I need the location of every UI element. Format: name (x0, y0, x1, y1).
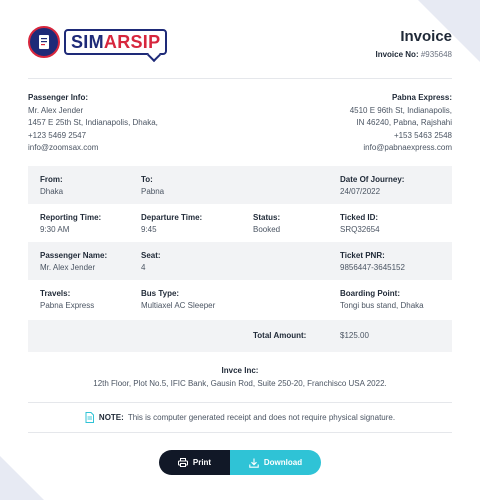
action-buttons: Print Download (159, 450, 321, 475)
ticket-id-cell: Ticked ID: SRQ32654 (340, 212, 380, 236)
invoice-title: Invoice (400, 28, 452, 45)
from-value: Dhaka (40, 187, 64, 196)
download-icon (249, 458, 259, 468)
from-cell: From: Dhaka (40, 174, 63, 198)
passenger-name-value: Mr. Alex Jender (40, 263, 96, 272)
invoice-number-label: Invoice No: (375, 50, 419, 59)
date-label: Date Of Journey: (340, 175, 405, 184)
divider (28, 78, 452, 79)
passenger-email: info@zoomsax.com (28, 143, 99, 152)
departure-label: Departure Time: (141, 213, 203, 222)
status-value: Booked (253, 225, 281, 234)
note: NOTE: This is computer generated receipt… (0, 412, 480, 423)
passenger-heading: Passenger Info: (28, 93, 89, 102)
document-icon (85, 412, 94, 423)
bus-type-cell: Bus Type: Multiaxel AC Sleeper (141, 288, 215, 312)
company-address-2: IN 46240, Pabna, Rajshahi (356, 118, 452, 127)
travels-label: Travels: (40, 289, 71, 298)
total-label: Total Amount: (253, 331, 307, 340)
logo-wordmark: SIM ARSIP (64, 29, 168, 63)
travels-value: Pabna Express (40, 301, 95, 310)
ticket-id-value: SRQ32654 (340, 225, 380, 234)
to-cell: To: Pabna (141, 174, 164, 198)
pnr-value: 9856447-3645152 (340, 263, 405, 272)
company-heading: Pabna Express: (391, 93, 452, 102)
reporting-label: Reporting Time: (40, 213, 102, 222)
seat-cell: Seat: 4 (141, 250, 161, 274)
logo-badge-icon (28, 26, 60, 58)
total-row: Total Amount: $125.00 (28, 320, 452, 352)
bus-type-value: Multiaxel AC Sleeper (141, 301, 216, 310)
download-button[interactable]: Download (230, 450, 321, 475)
company-info: Pabna Express: 4510 E 96th St, Indianapo… (350, 92, 452, 155)
company-email: info@pabnaexpress.com (363, 143, 452, 152)
bus-type-label: Bus Type: (141, 289, 180, 298)
date-cell: Date Of Journey: 24/07/2022 (340, 174, 404, 198)
details-row: Travels: Pabna Express Bus Type: Multiax… (28, 280, 452, 318)
travels-cell: Travels: Pabna Express (40, 288, 94, 312)
passenger-address: 1457 E 25th St, Indianapolis, Dhaka, (28, 118, 158, 127)
details-row: From: Dhaka To: Pabna Date Of Journey: 2… (28, 166, 452, 204)
seat-label: Seat: (141, 251, 161, 260)
invoice-number-value: #935648 (420, 50, 452, 59)
departure-value: 9:45 (141, 225, 157, 234)
trip-details: From: Dhaka To: Pabna Date Of Journey: 2… (28, 166, 452, 352)
company-address-1: 4510 E 96th St, Indianapolis, (349, 105, 452, 115)
boarding-cell: Boarding Point: Tongi bus stand, Dhaka (340, 288, 424, 312)
passenger-name-cell: Passenger Name: Mr. Alex Jender (40, 250, 107, 274)
invoice-header: SIM ARSIP Invoice Invoice No: #935648 (28, 26, 452, 66)
pnr-label: Ticket PNR: (340, 251, 385, 260)
divider (28, 432, 452, 433)
from-label: From: (40, 175, 63, 184)
boarding-label: Boarding Point: (340, 289, 400, 298)
logo: SIM ARSIP (28, 26, 168, 63)
issuer-name: Invce Inc: (221, 366, 259, 375)
details-row: Passenger Name: Mr. Alex Jender Seat: 4 … (28, 242, 452, 280)
issuer-block: Invce Inc: 12th Floor, Plot No.5, IFIC B… (0, 364, 480, 390)
printer-icon (177, 458, 188, 467)
passenger-phone: +123 5469 2547 (28, 130, 87, 140)
status-cell: Status: Booked (253, 212, 280, 236)
reporting-cell: Reporting Time: 9:30 AM (40, 212, 101, 236)
note-text: This is computer generated receipt and d… (127, 413, 396, 422)
note-label: NOTE: (98, 413, 124, 422)
seat-value: 4 (141, 263, 146, 272)
to-value: Pabna (141, 187, 165, 196)
status-label: Status: (253, 213, 281, 222)
passenger-info: Passenger Info: Mr. Alex Jender 1457 E 2… (28, 92, 158, 155)
total-value: $125.00 (340, 331, 369, 340)
company-phone: +153 5463 2548 (393, 130, 452, 140)
date-value: 24/07/2022 (340, 187, 381, 196)
print-button[interactable]: Print (159, 450, 230, 475)
reporting-value: 9:30 AM (40, 225, 70, 234)
pnr-cell: Ticket PNR: 9856447-3645152 (340, 250, 405, 274)
to-label: To: (141, 175, 153, 184)
divider (28, 402, 452, 403)
details-row: Reporting Time: 9:30 AM Departure Time: … (28, 204, 452, 242)
corner-decoration-bottom (0, 456, 44, 500)
download-label: Download (263, 458, 303, 467)
ticket-id-label: Ticked ID: (340, 213, 379, 222)
logo-text-sim: SIM (71, 31, 104, 52)
issuer-address: 12th Floor, Plot No.5, IFIC Bank, Gausin… (93, 379, 387, 388)
passenger-name-label: Passenger Name: (40, 251, 108, 260)
invoice-number: Invoice No: #935648 (375, 50, 452, 59)
passenger-name: Mr. Alex Jender (28, 105, 84, 115)
boarding-value: Tongi bus stand, Dhaka (340, 301, 424, 310)
departure-cell: Departure Time: 9:45 (141, 212, 202, 236)
print-label: Print (192, 458, 212, 467)
